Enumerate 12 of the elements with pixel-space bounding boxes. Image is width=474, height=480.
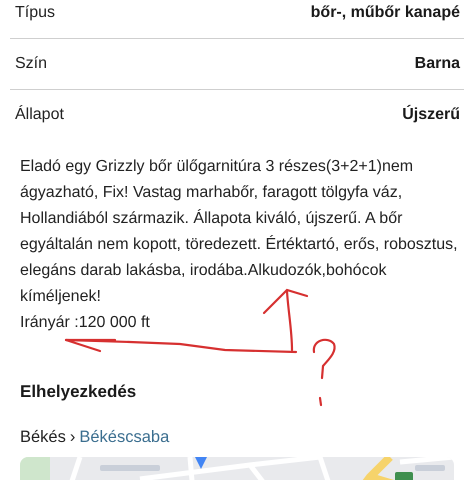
attribute-label: Szín	[15, 55, 48, 73]
attribute-value: Újszerű	[402, 106, 460, 124]
region-text: Békés	[20, 428, 66, 447]
attribute-label: Állapot	[15, 106, 64, 124]
separator-text: ›	[70, 428, 76, 447]
attribute-label: Típus	[15, 4, 56, 22]
description-text: Eladó egy Grizzly bőr ülőgarnitúra 3 részes(3+2+1)nem ágyazható, Fix! Vastag marhabőr, faragott tölgyfa váz, Hollandiából származik. Állapota kiváló, újszerű. A bőr egyáltalán nem kopott, töredezett. Értéktartó, erős, robosztus, elegáns darab lakásba, irodába.Alkudozók,bohócok kíméljenek!	[20, 157, 458, 307]
attribute-value: bőr-, műbőr kanapé	[310, 4, 460, 22]
attribute-value: Barna	[414, 55, 460, 73]
city-link[interactable]: Békéscsaba	[79, 428, 170, 447]
section-heading: Elhelyezkedés	[20, 381, 138, 402]
description-text: Irányár :120 000 ft	[20, 313, 151, 333]
